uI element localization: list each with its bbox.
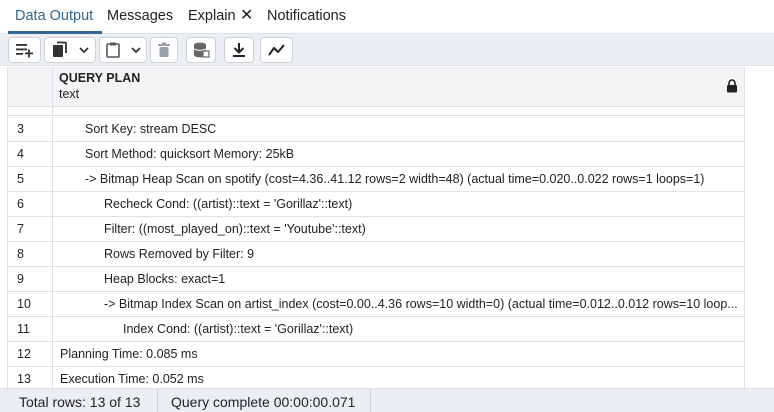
row-number: 13 [17, 372, 31, 386]
status-bar: Total rows: 13 of 13 Query complete 00:0… [0, 388, 774, 412]
chevron-down-icon[interactable] [79, 46, 89, 54]
row-number: 11 [17, 322, 30, 336]
download-icon [233, 43, 245, 57]
table-row[interactable]: 8 Rows Removed by Filter: 9 [8, 242, 744, 267]
row-number-cell[interactable]: 4 [8, 142, 53, 166]
row-number-cell[interactable]: 5 [8, 167, 53, 191]
row-number-cell[interactable]: 10 [8, 292, 53, 316]
copy-icon [53, 41, 67, 57]
add-row-button[interactable] [8, 37, 41, 63]
status-divider [157, 389, 158, 412]
download-button[interactable] [224, 37, 254, 63]
query-status-label: Query complete 00:00:00.071 [171, 394, 356, 410]
row-number: 9 [17, 272, 24, 286]
lock-icon [727, 79, 737, 93]
row-number-cell[interactable]: 12 [8, 342, 53, 366]
table-row[interactable]: 13 Execution Time: 0.052 ms [8, 367, 744, 388]
row-number: 4 [17, 147, 24, 161]
row-number-cell[interactable]: 3 [8, 117, 53, 141]
grid-header: QUERY PLAN text [8, 67, 744, 107]
query-plan-cell[interactable]: Sort Method: quicksort Memory: 25kB [85, 147, 294, 161]
row-number: 6 [17, 197, 24, 211]
graph-visualiser-button[interactable] [260, 37, 293, 63]
paste-button[interactable] [99, 37, 147, 63]
row-number-cell [8, 107, 53, 115]
query-plan-cell[interactable]: Filter: ((most_played_on)::text = 'Youtu… [104, 222, 366, 236]
column-name[interactable]: QUERY PLAN [59, 71, 140, 85]
row-number-cell[interactable]: 8 [8, 242, 53, 266]
row-number-cell[interactable]: 7 [8, 217, 53, 241]
query-plan-cell[interactable]: -> Bitmap Heap Scan on spotify (cost=4.3… [85, 172, 704, 186]
paste-icon [106, 42, 120, 58]
table-row[interactable]: 10 -> Bitmap Index Scan on artist_index (… [8, 292, 744, 317]
close-icon[interactable]: ✕ [240, 7, 253, 25]
trash-icon [158, 42, 170, 57]
row-number-cell[interactable]: 9 [8, 267, 53, 291]
query-plan-cell[interactable]: Planning Time: 0.085 ms [60, 347, 198, 361]
row-number: 12 [17, 347, 31, 361]
copy-button[interactable] [44, 37, 96, 63]
graph-icon [267, 44, 285, 56]
tab-messages[interactable]: Messages [107, 8, 173, 24]
query-plan-cell[interactable]: Execution Time: 0.052 ms [60, 372, 204, 386]
table-row[interactable]: 7 Filter: ((most_played_on)::text = 'Yout… [8, 217, 744, 242]
column-type: text [59, 87, 80, 101]
delete-button[interactable] [150, 37, 178, 63]
table-row[interactable]: 4 Sort Method: quicksort Memory: 25kB [8, 142, 744, 167]
row-number: 3 [17, 122, 24, 136]
query-plan-cell[interactable]: Rows Removed by Filter: 9 [104, 247, 254, 261]
table-row[interactable]: 9 Heap Blocks: exact=1 [8, 267, 744, 292]
row-number: 5 [17, 172, 24, 186]
table-row[interactable]: 6 Recheck Cond: ((artist)::text = 'Gorill… [8, 192, 744, 217]
query-plan-cell[interactable]: -> Bitmap Index Scan on artist_index (co… [104, 297, 738, 311]
table-row-partial [8, 107, 744, 116]
add-row-icon [15, 44, 33, 58]
row-number: 7 [17, 222, 24, 236]
database-save-icon [193, 42, 210, 58]
table-row[interactable]: 5 -> Bitmap Heap Scan on spotify (cost=4.… [8, 167, 744, 192]
chevron-down-icon[interactable] [131, 46, 141, 54]
row-number: 10 [17, 297, 31, 311]
status-divider [370, 389, 371, 412]
row-number-cell[interactable]: 13 [8, 367, 53, 388]
vertical-scrollbar[interactable] [745, 67, 774, 388]
row-number-cell[interactable]: 11 [8, 317, 53, 341]
tab-explain[interactable]: Explain [188, 8, 236, 24]
result-tabbar: Data Output Messages Explain ✕ Notificat… [0, 0, 774, 34]
query-plan-cell[interactable]: Sort Key: stream DESC [85, 122, 216, 136]
table-row[interactable]: 12 Planning Time: 0.085 ms [8, 342, 744, 367]
row-number-cell[interactable]: 6 [8, 192, 53, 216]
tab-notifications[interactable]: Notifications [267, 8, 346, 24]
tab-data-output[interactable]: Data Output [15, 8, 93, 24]
table-row[interactable]: 3 Sort Key: stream DESC [8, 117, 744, 142]
results-grid: QUERY PLAN text 3 Sort Key: stream DESC 4 S… [7, 67, 745, 388]
row-number: 8 [17, 247, 24, 261]
table-row[interactable]: 11 Index Cond: ((artist)::text = 'Gorilla… [8, 317, 744, 342]
query-plan-cell[interactable]: Recheck Cond: ((artist)::text = 'Gorilla… [104, 197, 352, 211]
data-toolbar [0, 34, 774, 66]
save-results-button[interactable] [186, 37, 216, 63]
total-rows-label: Total rows: 13 of 13 [19, 394, 141, 410]
row-number-header[interactable] [8, 67, 53, 107]
query-plan-cell[interactable]: Index Cond: ((artist)::text = 'Gorillaz'… [123, 322, 353, 336]
query-plan-cell[interactable]: Heap Blocks: exact=1 [104, 272, 225, 286]
